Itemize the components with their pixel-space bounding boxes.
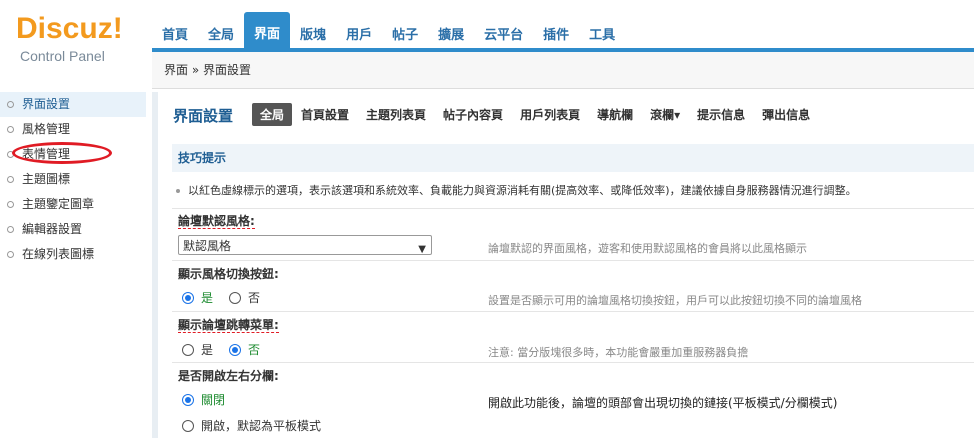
bullet-icon: [7, 101, 14, 108]
setting-label: 論壇默認風格:: [172, 211, 974, 231]
sidebar-item-stamps[interactable]: 主題鑒定圖章: [0, 192, 152, 217]
logo-subtitle: Control Panel: [20, 48, 105, 64]
tip-text-content: 以紅色虛線標示的選項，表示該選項和系統效率、負載能力與資源消耗有關(提高效率、或…: [188, 184, 857, 197]
divider: [172, 260, 974, 261]
page-title: 界面設置: [173, 107, 234, 125]
tab-forums[interactable]: 版塊: [290, 22, 336, 50]
red-annotation-ellipse: [12, 142, 112, 164]
tab-cloud[interactable]: 云平台: [474, 22, 533, 50]
divider: [172, 208, 974, 209]
sub-tabs: 全局 首頁設置 主題列表頁 帖子內容頁 用戶列表頁 導航欄 滾欄▾ 提示信息 彈…: [252, 103, 819, 126]
subtab-navbar[interactable]: 導航欄: [589, 103, 641, 126]
default-style-hint: 論壇默認的界面風格，遊客和使用默認風格的會員將以此風格顯示: [488, 242, 807, 255]
column-split-radio-open: 開啟，默認為平板模式: [182, 417, 321, 434]
subtab-prompts[interactable]: 提示信息: [689, 103, 753, 126]
chevron-down-icon: ▼: [418, 244, 426, 255]
tab-global[interactable]: 全局: [198, 22, 244, 50]
bullet-icon: [7, 251, 14, 258]
sidebar-item-online-icons[interactable]: 在線列表圖標: [0, 242, 152, 267]
sidebar-item-label: 在線列表圖標: [22, 247, 95, 261]
radio-no-label: 否: [248, 343, 261, 357]
style-switch-radios: 是 否: [182, 289, 260, 306]
column-split-label: 是否開啟左右分欄:: [178, 369, 279, 383]
sidebar-item-thread-icons[interactable]: 主題圖標: [0, 167, 152, 192]
jump-menu-radios: 是 否: [182, 341, 260, 358]
subtab-popups[interactable]: 彈出信息: [754, 103, 818, 126]
tab-users[interactable]: 用戶: [336, 22, 382, 50]
radio-open[interactable]: [182, 419, 194, 432]
radio-no-label: 否: [248, 291, 261, 305]
logo-brand: Discuz!: [16, 12, 123, 45]
column-split-radio-close: 關閉: [182, 391, 225, 408]
setting-label: 是否開啟左右分欄:: [172, 366, 974, 386]
subtab-user-list[interactable]: 用戶列表頁: [512, 103, 588, 126]
bullet-icon: [7, 126, 14, 133]
subtab-thread-list[interactable]: 主題列表頁: [358, 103, 434, 126]
tab-posts[interactable]: 帖子: [382, 22, 428, 50]
radio-yes[interactable]: [182, 343, 194, 356]
sidebar-item-label: 主題鑒定圖章: [22, 197, 95, 211]
tab-interface[interactable]: 界面: [244, 12, 291, 50]
select-value: 默認風格: [183, 239, 232, 253]
jump-menu-hint: 注意: 當分版塊很多時，本功能會嚴重加重服務器負擔: [488, 346, 749, 359]
logo[interactable]: Discuz! Control Panel: [0, 0, 152, 90]
divider: [172, 362, 974, 363]
breadcrumb: 界面 » 界面設置: [152, 52, 974, 89]
divider: [172, 311, 974, 312]
bullet-icon: [7, 201, 14, 208]
sidebar-item-label: 界面設置: [22, 97, 71, 111]
jump-menu-label: 顯示論壇跳轉菜單:: [178, 318, 279, 333]
subtab-global[interactable]: 全局: [252, 103, 293, 126]
subtab-home-settings[interactable]: 首頁設置: [293, 103, 357, 126]
sidebar-item-style-management[interactable]: 風格管理: [0, 117, 152, 142]
sidebar: 界面設置 風格管理 表情管理 主題圖標 主題鑒定圖章 編輯器設置 在線列表圖標: [0, 92, 158, 438]
default-style-label: 論壇默認風格:: [178, 214, 255, 229]
sidebar-item-label: 風格管理: [22, 122, 71, 136]
radio-no[interactable]: [229, 291, 242, 304]
radio-no[interactable]: [229, 343, 242, 356]
setting-label: 顯示論壇跳轉菜單:: [172, 315, 974, 335]
sidebar-item-label: 主題圖標: [22, 172, 71, 186]
tip-text: 以紅色虛線標示的選項，表示該選項和系統效率、負載能力與資源消耗有關(提高效率、或…: [176, 182, 857, 198]
radio-open-label: 開啟，默認為平板模式: [201, 419, 322, 433]
tab-tools[interactable]: 工具: [579, 22, 625, 50]
sidebar-item-interface-settings[interactable]: 界面設置: [0, 92, 146, 117]
radio-yes[interactable]: [182, 291, 194, 304]
sidebar-item-editor[interactable]: 編輯器設置: [0, 217, 152, 242]
radio-yes-label: 是: [201, 343, 214, 357]
bullet-icon: [7, 176, 14, 183]
column-split-hint: 開啟此功能後，論壇的頭部會出現切換的鏈接(平板模式/分欄模式): [488, 396, 838, 410]
style-switch-hint: 設置是否顯示可用的論壇風格切換按鈕，用戶可以此按鈕切換不同的論壇風格: [488, 294, 862, 307]
radio-close[interactable]: [182, 393, 194, 406]
style-switch-label: 顯示風格切換按鈕:: [178, 267, 279, 281]
bullet-icon: [176, 189, 180, 193]
radio-close-label: 關閉: [201, 393, 226, 407]
subtab-post-content[interactable]: 帖子內容頁: [435, 103, 511, 126]
main-content: 界面設置 全局 首頁設置 主題列表頁 帖子內容頁 用戶列表頁 導航欄 滾欄▾ 提…: [162, 92, 974, 438]
tab-plugins[interactable]: 插件: [533, 22, 579, 50]
tab-home[interactable]: 首頁: [152, 22, 198, 50]
tab-extensions[interactable]: 擴展: [428, 22, 474, 50]
top-navigation: 首頁 全局 界面 版塊 用戶 帖子 擴展 云平台 插件 工具: [152, 0, 974, 50]
tip-header: 技巧提示: [172, 144, 974, 172]
radio-yes-label: 是: [201, 291, 214, 305]
subtab-scroll[interactable]: 滾欄▾: [642, 103, 688, 126]
bullet-icon: [7, 226, 14, 233]
default-style-select[interactable]: 默認風格 ▼: [178, 235, 432, 255]
sidebar-item-label: 編輯器設置: [22, 222, 83, 236]
setting-label: 顯示風格切換按鈕:: [172, 264, 974, 284]
